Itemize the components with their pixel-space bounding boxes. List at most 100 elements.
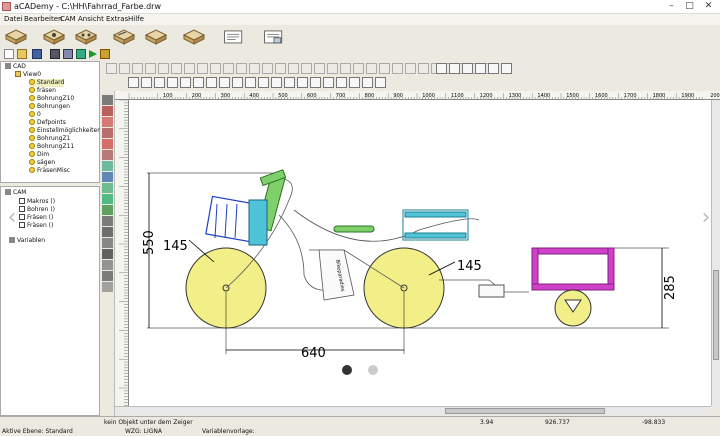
view-tool-button[interactable] [310, 77, 321, 88]
carousel-dot-active[interactable] [342, 365, 352, 375]
draw-tool-button[interactable] [158, 63, 169, 74]
draw-tool-button[interactable] [184, 63, 195, 74]
minimize-button[interactable]: – [666, 1, 677, 12]
menu-datei[interactable]: Datei [4, 15, 23, 23]
zoom-tool-button[interactable] [475, 63, 486, 74]
draw-tool-button[interactable] [132, 63, 143, 74]
view-tool-button[interactable] [271, 77, 282, 88]
view-tool-button[interactable] [154, 77, 165, 88]
tree-variables[interactable]: Variablen [9, 237, 45, 245]
view-tool-button[interactable] [349, 77, 360, 88]
export-icon[interactable] [100, 49, 110, 59]
tree-layer[interactable]: BohrungZ11 [29, 143, 74, 151]
tree-layer[interactable]: Defpoints [29, 119, 66, 127]
view-tool-button[interactable] [375, 77, 386, 88]
view-tool-button[interactable] [206, 77, 217, 88]
draw-tool-button[interactable] [379, 63, 390, 74]
draw-panel-tool[interactable] [102, 117, 113, 127]
drawing-canvas[interactable]: 550 145 145 640 Bikeparadies 285 [129, 100, 711, 406]
draw-tool-button[interactable] [353, 63, 364, 74]
view-tool-button[interactable] [141, 77, 152, 88]
draw-tool-button[interactable] [275, 63, 286, 74]
view-tool-button[interactable] [245, 77, 256, 88]
view-tool-button[interactable] [297, 77, 308, 88]
panel-cut-icon[interactable] [182, 27, 206, 46]
view-tool-button[interactable] [193, 77, 204, 88]
carousel-prev-button[interactable]: ‹ [4, 205, 20, 231]
draw-panel-tool[interactable] [102, 271, 113, 281]
draw-panel-tool[interactable] [102, 249, 113, 259]
tree-layer[interactable]: BohrungZ10 [29, 95, 74, 103]
draw-panel-tool[interactable] [102, 95, 113, 105]
zoom-tool-button[interactable] [462, 63, 473, 74]
tree-layer[interactable]: BohrungZ1 [29, 135, 70, 143]
view-tool-button[interactable] [362, 77, 373, 88]
draw-tool-button[interactable] [223, 63, 234, 74]
tree-view[interactable]: View0 [15, 71, 41, 79]
tree-layer[interactable]: sägen [29, 159, 55, 167]
draw-tool-button[interactable] [119, 63, 130, 74]
draw-tool-button[interactable] [340, 63, 351, 74]
draw-tool-button[interactable] [288, 63, 299, 74]
tree-cam-item[interactable]: Bohren () [19, 206, 55, 214]
draw-panel-tool[interactable] [102, 205, 113, 215]
menu-hilfe[interactable]: Hilfe [128, 15, 144, 23]
draw-panel-tool[interactable] [102, 216, 113, 226]
new-file-icon[interactable] [4, 49, 14, 59]
document-print-icon[interactable] [262, 27, 290, 46]
draw-tool-button[interactable] [314, 63, 325, 74]
draw-panel-tool[interactable] [102, 139, 113, 149]
tree-layer[interactable]: Standard [29, 79, 65, 87]
view-tool-button[interactable] [323, 77, 334, 88]
panel-pocket-icon[interactable] [74, 27, 98, 46]
panel-edge-icon[interactable] [144, 27, 168, 46]
tree-cam-item[interactable]: Fräsen () [19, 222, 53, 230]
tree-layer[interactable]: FräsenMisc [29, 167, 70, 175]
menu-ansicht[interactable]: Ansicht [78, 15, 104, 23]
view-tool-button[interactable] [232, 77, 243, 88]
horizontal-scrollbar[interactable] [115, 406, 711, 415]
draw-panel-tool[interactable] [102, 238, 113, 248]
draw-panel-tool[interactable] [102, 194, 113, 204]
view-tool-button[interactable] [258, 77, 269, 88]
view-tool-button[interactable] [219, 77, 230, 88]
draw-panel-tool[interactable] [102, 106, 113, 116]
zoom-tool-button[interactable] [449, 63, 460, 74]
vertical-scroll-thumb[interactable] [713, 270, 719, 360]
carousel-dot[interactable] [368, 365, 378, 375]
menu-bearbeiten[interactable]: Bearbeiten [24, 15, 62, 23]
menu-cam[interactable]: CAM [60, 15, 76, 23]
panel-3d-icon[interactable] [4, 27, 28, 46]
horizontal-scroll-thumb[interactable] [445, 408, 605, 414]
view-tool-button[interactable] [336, 77, 347, 88]
open-file-icon[interactable] [17, 49, 27, 59]
draw-panel-tool[interactable] [102, 150, 113, 160]
draw-panel-tool[interactable] [102, 282, 113, 292]
menu-extras[interactable]: Extras [106, 15, 128, 23]
view-tool-button[interactable] [284, 77, 295, 88]
view-tool-button[interactable] [167, 77, 178, 88]
draw-tool-button[interactable] [171, 63, 182, 74]
maximize-button[interactable]: □ [684, 1, 695, 12]
draw-tool-button[interactable] [236, 63, 247, 74]
tree-layer[interactable]: Dim [29, 151, 49, 159]
document-list-icon[interactable] [222, 27, 250, 46]
view-tool-button[interactable] [128, 77, 139, 88]
draw-tool-button[interactable] [197, 63, 208, 74]
print-icon[interactable] [50, 49, 60, 59]
tree-root-cam[interactable]: CAM [5, 189, 26, 197]
draw-tool-button[interactable] [262, 63, 273, 74]
zoom-tool-button[interactable] [488, 63, 499, 74]
panel-hole-icon[interactable] [42, 27, 66, 46]
vertical-scrollbar[interactable] [711, 100, 720, 406]
tree-layer[interactable]: fräsen [29, 87, 56, 95]
zoom-tool-button[interactable] [436, 63, 447, 74]
tree-cam-item[interactable]: Fräsen () [19, 214, 53, 222]
draw-tool-button[interactable] [418, 63, 429, 74]
draw-panel-tool[interactable] [102, 227, 113, 237]
draw-tool-button[interactable] [106, 63, 117, 74]
tree-layer[interactable]: 0 [29, 111, 41, 119]
draw-panel-tool[interactable] [102, 172, 113, 182]
tree-cam-item[interactable]: Makros () [19, 198, 55, 206]
draw-tool-button[interactable] [366, 63, 377, 74]
